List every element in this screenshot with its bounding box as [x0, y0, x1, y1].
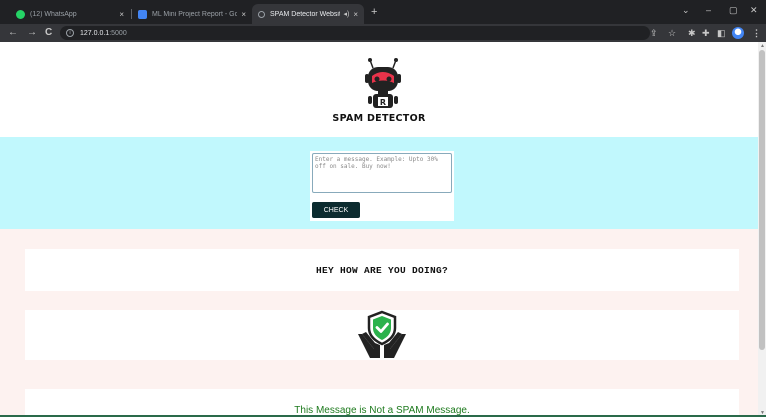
audio-icon[interactable]: ◂): [343, 10, 349, 18]
close-tab-icon[interactable]: ×: [353, 10, 358, 19]
message-input[interactable]: [312, 153, 452, 193]
extension-icon[interactable]: ✱: [688, 27, 696, 39]
protected-shield-icon: [358, 310, 406, 358]
close-tab-icon[interactable]: ×: [241, 10, 246, 19]
input-message-card: HEY HOW ARE YOU DOING?: [25, 249, 739, 291]
tab-search-icon[interactable]: ⌄: [682, 5, 690, 16]
reload-button[interactable]: C: [45, 26, 52, 40]
globe-icon: [258, 10, 265, 18]
page-scrollbar[interactable]: ▲ ▼: [758, 42, 766, 417]
verdict-card: This Message is Not a SPAM Message.: [25, 389, 739, 417]
share-icon[interactable]: ⇪: [650, 27, 658, 39]
scroll-up-arrow-icon[interactable]: ▲: [760, 43, 765, 49]
profile-avatar[interactable]: [732, 27, 744, 39]
tab-title: SPAM Detector Website: [270, 10, 341, 18]
message-form: CHECK: [310, 151, 454, 221]
minimize-button[interactable]: –: [706, 5, 711, 15]
tab-title: (12) WhatsApp: [30, 10, 77, 18]
close-window-button[interactable]: ✕: [750, 5, 758, 16]
result-icon-card: [25, 310, 739, 360]
check-button[interactable]: CHECK: [312, 202, 360, 218]
tab-whatsapp[interactable]: (12) WhatsApp ×: [10, 4, 130, 24]
input-section: CHECK: [0, 137, 758, 229]
address-bar[interactable]: i 127.0.0.1 :5000: [60, 26, 650, 40]
new-tab-button[interactable]: +: [371, 6, 377, 18]
tab-title: ML Mini Project Report - Google: [152, 10, 238, 18]
docs-icon: [138, 9, 147, 19]
svg-text:R: R: [380, 98, 386, 107]
side-panel-icon[interactable]: ◧: [717, 27, 726, 39]
back-button[interactable]: ←: [8, 26, 18, 40]
page-viewport: R SPAM DETECTOR CHECK HEY HOW ARE YOU DO…: [0, 42, 758, 417]
menu-icon[interactable]: ⋮: [752, 27, 761, 39]
forward-button[interactable]: →: [27, 26, 37, 40]
toolbar: ← → C i 127.0.0.1 :5000 ⇪ ☆ ✱ ✚ ◧ ⋮: [0, 24, 766, 42]
site-info-icon[interactable]: i: [66, 29, 74, 37]
whatsapp-icon: [16, 9, 25, 19]
tab-strip: (12) WhatsApp × ML Mini Project Report -…: [0, 0, 766, 24]
brand-title: SPAM DETECTOR: [332, 113, 426, 124]
url-port: :5000: [109, 29, 127, 37]
extensions-puzzle-icon[interactable]: ✚: [702, 27, 710, 39]
tab-spam-detector[interactable]: SPAM Detector Website ◂) ×: [252, 4, 364, 24]
url-host: 127.0.0.1: [80, 29, 110, 37]
scrollbar-thumb[interactable]: [759, 50, 765, 350]
restore-button[interactable]: ▢: [729, 5, 738, 16]
tab-google-docs[interactable]: ML Mini Project Report - Google ×: [132, 4, 252, 24]
close-tab-icon[interactable]: ×: [119, 10, 124, 19]
bookmark-star-icon[interactable]: ☆: [668, 27, 676, 39]
robot-logo-icon: R: [365, 58, 401, 108]
checked-message-text: HEY HOW ARE YOU DOING?: [315, 264, 449, 276]
site-header: R SPAM DETECTOR: [0, 42, 758, 137]
